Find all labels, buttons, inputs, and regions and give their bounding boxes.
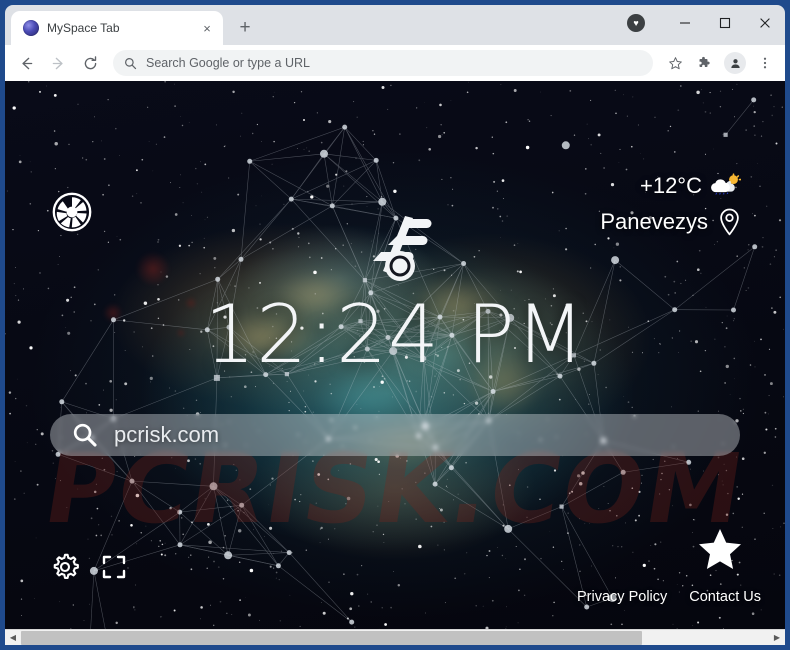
horizontal-scrollbar[interactable]: ◀ ▶: [5, 629, 785, 645]
profile-avatar-icon: [724, 52, 746, 74]
scroll-left-arrow[interactable]: ◀: [5, 629, 21, 645]
scroll-right-arrow[interactable]: ▶: [769, 629, 785, 645]
star-outline-icon: [668, 56, 682, 69]
close-tab-icon[interactable]: ×: [199, 20, 215, 36]
browser-menu-button[interactable]: [751, 49, 779, 77]
weather-condition-icon: [711, 173, 742, 195]
maximize-button[interactable]: [705, 5, 745, 41]
reload-icon: [84, 55, 96, 69]
extensions-button[interactable]: [691, 49, 719, 77]
search-icon: [125, 57, 137, 69]
close-icon: [760, 18, 770, 28]
profile-heart-icon: ♥: [627, 14, 645, 32]
clock-display: 12:24 PM: [204, 288, 586, 381]
tab-title: MySpace Tab: [47, 21, 120, 35]
weather-city-row: Panevezys: [600, 208, 741, 236]
maximize-icon: [719, 17, 731, 29]
reload-button[interactable]: [75, 48, 105, 78]
gear-icon[interactable]: [51, 553, 79, 581]
fullscreen-expand-icon[interactable]: [101, 554, 127, 580]
person-icon: [730, 58, 740, 68]
newtab-page: PCRISK.COM +12°C Panevezys 12:24 PM pcri…: [5, 81, 785, 629]
puzzle-piece-icon: [699, 56, 710, 68]
scrollbar-thumb[interactable]: [21, 630, 642, 645]
minimize-button[interactable]: [665, 5, 705, 41]
back-button[interactable]: [11, 48, 41, 78]
footer-links: Privacy Policy Contact Us: [577, 589, 761, 605]
bookmark-star-button[interactable]: [661, 49, 689, 77]
weather-widget[interactable]: +12°C Panevezys: [600, 173, 742, 236]
scrollbar-track[interactable]: [21, 629, 769, 645]
tab-strip: MySpace Tab × + ♥: [5, 5, 785, 45]
address-bar[interactable]: Search Google or type a URL: [113, 50, 653, 76]
contact-us-link[interactable]: Contact Us: [689, 589, 761, 605]
address-bar-placeholder: Search Google or type a URL: [146, 56, 310, 70]
new-tab-button[interactable]: +: [231, 13, 259, 41]
page-tools: [51, 553, 127, 581]
search-icon: [73, 423, 97, 447]
page-search-bar[interactable]: pcrisk.com: [50, 414, 740, 456]
forward-button[interactable]: [43, 48, 73, 78]
weather-temperature: +12°C: [639, 173, 702, 198]
browser-tab[interactable]: MySpace Tab ×: [11, 11, 223, 45]
privacy-policy-link[interactable]: Privacy Policy: [577, 589, 667, 605]
kebab-menu-icon: [763, 57, 767, 69]
heart-glyph: ♥: [633, 17, 639, 28]
weather-temperature-row: +12°C: [600, 173, 742, 199]
minimize-icon: [680, 22, 690, 24]
profile-button[interactable]: [721, 49, 749, 77]
comet-icon[interactable]: [353, 216, 437, 290]
myspace-tab-favicon: [23, 20, 39, 36]
window-controls: ♥: [625, 5, 785, 41]
search-input-value[interactable]: pcrisk.com: [114, 422, 219, 448]
arrow-right-icon: [52, 57, 63, 69]
browser-window: MySpace Tab × + ♥ Search Google or type …: [0, 0, 790, 650]
page-viewport: PCRISK.COM +12°C Panevezys 12:24 PM pcri…: [5, 81, 785, 645]
star-icon[interactable]: [697, 527, 743, 571]
profile-chip-button[interactable]: ♥: [625, 5, 665, 41]
arrow-left-icon: [21, 57, 32, 69]
close-window-button[interactable]: [745, 5, 785, 41]
browser-toolbar: Search Google or type a URL: [5, 45, 785, 81]
weather-city: Panevezys: [600, 209, 708, 234]
aperture-logo[interactable]: [49, 189, 95, 235]
rain-sun-cloud-icon: [711, 173, 742, 199]
location-pin-icon[interactable]: [718, 208, 741, 236]
